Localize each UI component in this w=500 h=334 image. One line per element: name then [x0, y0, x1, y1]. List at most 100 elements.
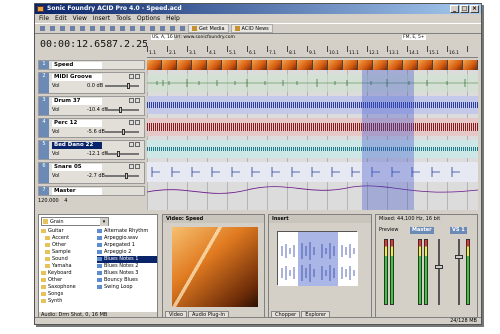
save-icon[interactable] — [58, 24, 66, 33]
slider-knob[interactable] — [122, 129, 125, 135]
mute-icon[interactable] — [129, 142, 134, 147]
file-item[interactable]: Blues Notes 2 — [97, 263, 157, 270]
track-number: 3 — [39, 97, 49, 115]
chevron-down-icon[interactable]: ▾ — [100, 218, 108, 226]
redo-icon[interactable] — [128, 24, 136, 33]
track-name[interactable]: Snare 05 — [52, 164, 102, 171]
render-icon[interactable] — [78, 24, 86, 33]
track-header-master[interactable]: 7 Master — [38, 186, 145, 196]
timeline-ruler[interactable]: US, A, 16 Url: www.sonicfoundry.com FM, … — [147, 34, 478, 58]
track-header-midi-groove[interactable]: 2 MIDI Groove Vol 0.0 dB — [38, 72, 145, 94]
tree-item[interactable]: Other — [41, 277, 95, 284]
track-name[interactable]: Drum 37 — [52, 98, 102, 105]
folder-icon — [45, 257, 50, 261]
menu-help[interactable]: Help — [166, 14, 180, 23]
draw-tool-icon[interactable] — [138, 24, 146, 33]
file-item[interactable]: Bouncy Blues — [97, 277, 157, 284]
file-item[interactable]: Alternate Rhythm — [97, 228, 157, 235]
time-selection[interactable] — [362, 70, 414, 210]
audio-file-icon — [97, 243, 102, 247]
fx-fader[interactable] — [455, 255, 463, 259]
copy-icon[interactable] — [98, 24, 106, 33]
track-name[interactable]: Bed Dano 22 — [52, 142, 102, 149]
track-header-bed[interactable]: 5 Bed Dano 22 Vol -12.1 dB — [38, 140, 145, 160]
bar-label: 15.1 — [429, 51, 440, 56]
chopper-waveform[interactable] — [277, 231, 358, 286]
file-item[interactable]: Arpeggio.wav — [97, 235, 157, 242]
video-thumbnail-strip — [147, 60, 479, 70]
ruler-marker[interactable]: FM, E, 5+ — [402, 35, 426, 40]
tree-item[interactable]: Synth — [41, 298, 95, 305]
tree-item[interactable]: Sample — [41, 249, 95, 256]
get-media-button[interactable]: Get Media — [188, 24, 229, 33]
volume-slider[interactable] — [105, 151, 139, 157]
solo-icon[interactable] — [135, 164, 140, 169]
envelope-tool-icon[interactable] — [158, 24, 166, 33]
snap-icon[interactable] — [178, 24, 186, 33]
ruler-marker[interactable]: US, A, 16 — [151, 35, 174, 40]
menu-options[interactable]: Options — [137, 14, 160, 23]
menu-file[interactable]: File — [39, 14, 49, 23]
beats-value[interactable]: 4 — [64, 198, 67, 204]
file-item[interactable]: Arpegated 1 — [97, 242, 157, 249]
path-dropdown[interactable]: Grain ▾ — [41, 217, 109, 226]
open-icon[interactable] — [48, 24, 56, 33]
slider-knob[interactable] — [125, 173, 128, 179]
tree-item[interactable]: Keyboard — [41, 270, 95, 277]
master-fader[interactable] — [435, 265, 443, 269]
undo-icon[interactable] — [118, 24, 126, 33]
track-header-snare[interactable]: 6 Snare 05 Vol -2.7 dB — [38, 162, 145, 184]
properties-icon[interactable] — [68, 24, 76, 33]
folder-icon — [41, 229, 46, 233]
solo-icon[interactable] — [135, 142, 140, 147]
track-name[interactable]: MIDI Groove — [52, 74, 102, 81]
volume-slider[interactable] — [105, 129, 139, 135]
tree-item[interactable]: Guitar — [41, 228, 95, 235]
mute-icon[interactable] — [129, 98, 134, 103]
menu-view[interactable]: View — [73, 14, 87, 23]
file-item[interactable]: Arpeggio 2 — [97, 249, 157, 256]
tempo-value[interactable]: 120.000 — [38, 198, 59, 204]
track-name[interactable]: Perc 12 — [52, 120, 102, 127]
menu-edit[interactable]: Edit — [55, 14, 67, 23]
file-item-selected[interactable]: Blues Notes 1 — [97, 256, 157, 263]
mute-icon[interactable] — [129, 120, 134, 125]
track-header-speed[interactable]: 1 Speed — [38, 60, 145, 70]
close-button[interactable]: × — [470, 5, 479, 13]
volume-slider[interactable] — [105, 107, 139, 113]
volume-slider[interactable] — [105, 173, 139, 179]
tree-item[interactable]: Other — [41, 242, 95, 249]
tree-item[interactable]: Saxophone — [41, 284, 95, 291]
volume-slider[interactable] — [105, 83, 139, 89]
track-header-drum[interactable]: 3 Drum 37 Vol -10.4 dB — [38, 96, 145, 116]
track-name[interactable]: Master — [52, 188, 102, 195]
mute-icon[interactable] — [129, 74, 134, 79]
menu-tools[interactable]: Tools — [116, 14, 131, 23]
solo-icon[interactable] — [135, 74, 140, 79]
cut-icon[interactable] — [88, 24, 96, 33]
slider-knob[interactable] — [119, 107, 122, 113]
slider-knob[interactable] — [127, 83, 130, 89]
new-icon[interactable] — [38, 24, 46, 33]
select-tool-icon[interactable] — [148, 24, 156, 33]
paste-icon[interactable] — [108, 24, 116, 33]
maximize-button[interactable]: □ — [460, 5, 469, 13]
solo-icon[interactable] — [135, 120, 140, 125]
ruler-marker[interactable]: Url: www.sonicfoundry.com — [173, 35, 236, 40]
timeline-tracks[interactable] — [147, 60, 479, 210]
file-item[interactable]: Swing Loop — [97, 284, 157, 291]
solo-icon[interactable] — [135, 98, 140, 103]
file-item[interactable]: Blues Notes 3 — [97, 270, 157, 277]
tree-item[interactable]: Songs — [41, 291, 95, 298]
tree-item[interactable]: Accent — [41, 235, 95, 242]
minimize-button[interactable]: _ — [450, 5, 459, 13]
mute-icon[interactable] — [129, 164, 134, 169]
tree-item[interactable]: Sound — [41, 256, 95, 263]
zoom-tool-icon[interactable] — [168, 24, 176, 33]
acid-news-button[interactable]: ACID News — [230, 24, 273, 33]
slider-knob[interactable] — [117, 151, 120, 157]
track-name[interactable]: Speed — [52, 62, 102, 69]
tree-item[interactable]: Yamaha — [41, 263, 95, 270]
menu-insert[interactable]: Insert — [93, 14, 110, 23]
track-header-perc[interactable]: 4 Perc 12 Vol -5.6 dB — [38, 118, 145, 138]
